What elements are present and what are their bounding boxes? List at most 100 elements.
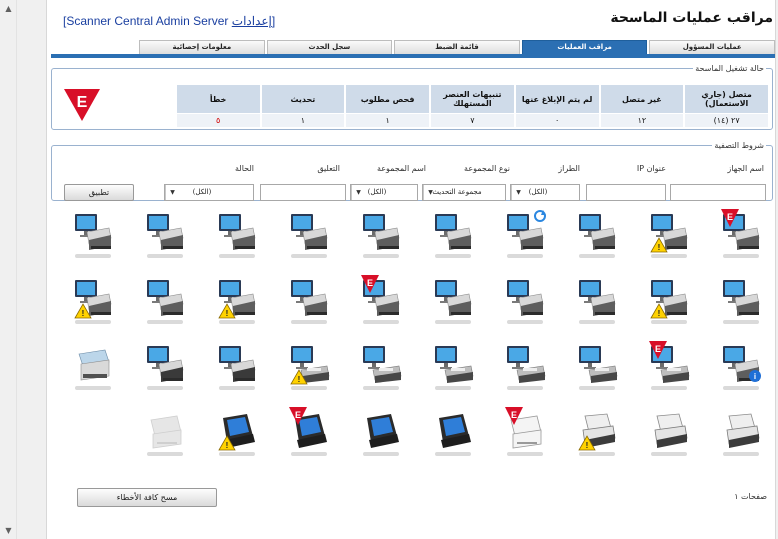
scanner-device-icon[interactable]: [503, 274, 547, 328]
scanner-device-icon[interactable]: [575, 340, 619, 394]
tab-3[interactable]: سجل الحدث: [266, 40, 393, 54]
scanner-device-icon[interactable]: [143, 406, 187, 460]
status-value-0[interactable]: ٢٧ (١٤): [683, 113, 768, 127]
scanner-device-icon[interactable]: E: [719, 208, 763, 262]
scanner-device-icon[interactable]: [71, 340, 115, 394]
tab-2[interactable]: قائمة الضبط: [394, 40, 520, 54]
scanner-device-icon[interactable]: [431, 274, 475, 328]
status-header-5: تحديث: [259, 85, 345, 113]
scanner-device-icon[interactable]: !: [575, 406, 619, 460]
apply-button[interactable]: تطبيق: [64, 184, 134, 201]
comment-input[interactable]: [260, 184, 346, 201]
device-label-placeholder: [363, 320, 399, 324]
ip-label: عنوان IP: [636, 164, 666, 173]
scanner-device-icon[interactable]: [143, 274, 187, 328]
vertical-scrollbar[interactable]: ▲ ▼: [0, 0, 17, 539]
scanner-device-icon[interactable]: [359, 406, 403, 460]
device-label-placeholder: [75, 254, 111, 258]
device-slot-empty: [71, 406, 115, 460]
window: ▲ ▼ مراقب عمليات الماسحة [Scanner Centra…: [0, 0, 778, 539]
chevron-down-icon: ▼: [511, 185, 525, 200]
clear-all-errors-button[interactable]: مسح كافة الأخطاء: [77, 488, 217, 507]
scanner-device-icon[interactable]: !: [647, 274, 691, 328]
ip-input[interactable]: [586, 184, 666, 201]
status-label: الحالة: [235, 164, 254, 173]
device-name-input[interactable]: [670, 184, 766, 201]
status-value-4[interactable]: ١: [344, 113, 429, 127]
device-label-placeholder: [435, 386, 471, 390]
scroll-down-icon[interactable]: ▼: [0, 522, 17, 539]
device-label-placeholder: [723, 452, 759, 456]
scanner-device-icon[interactable]: E: [287, 406, 331, 460]
tab-4[interactable]: معلومات إحصائية: [139, 40, 265, 54]
scanner-device-icon[interactable]: [287, 208, 331, 262]
device-label-placeholder: [507, 254, 543, 258]
scanner-device-icon[interactable]: !: [647, 208, 691, 262]
scanner-device-icon[interactable]: [359, 340, 403, 394]
scanner-device-icon[interactable]: !: [287, 340, 331, 394]
status-value-3[interactable]: ٧: [429, 113, 514, 127]
status-select[interactable]: (الكل) ▼: [164, 184, 254, 201]
model-select[interactable]: (الكل) ▼: [510, 184, 580, 201]
chevron-down-icon: ▼: [165, 185, 179, 200]
scanner-device-icon[interactable]: E: [503, 406, 547, 460]
group-type-label: نوع المجموعة: [464, 164, 510, 173]
scanner-device-icon[interactable]: [647, 406, 691, 460]
device-label-placeholder: [291, 254, 327, 258]
device-label-placeholder: [651, 320, 687, 324]
scanner-device-icon[interactable]: [143, 208, 187, 262]
svg-text:!: !: [82, 309, 85, 318]
scanner-device-icon[interactable]: [287, 274, 331, 328]
status-header-3: تنبيهات العنصر المستهلك: [429, 85, 514, 113]
group-name-select[interactable]: (الكل) ▼: [350, 184, 418, 201]
scroll-up-icon[interactable]: ▲: [0, 0, 17, 17]
svg-text:E: E: [295, 410, 301, 420]
scanner-device-icon[interactable]: [359, 208, 403, 262]
page-header: مراقب عمليات الماسحة [Scanner Central Ad…: [47, 6, 777, 30]
scanner-device-icon[interactable]: [215, 340, 259, 394]
svg-text:!: !: [658, 243, 661, 252]
scanner-device-icon[interactable]: [719, 406, 763, 460]
tab-bar: عمليات المسؤول مراقب العمليات قائمة الضبط س…: [137, 40, 775, 54]
device-label-placeholder: [219, 320, 255, 324]
status-header-4: فحص مطلوب: [344, 85, 429, 113]
tab-1[interactable]: مراقب العمليات: [521, 40, 648, 54]
scanner-device-icon[interactable]: [575, 208, 619, 262]
device-label-placeholder: [651, 254, 687, 258]
device-label-placeholder: [579, 320, 615, 324]
status-value-5[interactable]: ١: [259, 113, 345, 127]
scanner-device-icon[interactable]: [503, 208, 547, 262]
scanner-device-icon[interactable]: [431, 208, 475, 262]
settings-link[interactable]: إعدادات: [232, 14, 272, 28]
scanner-device-icon[interactable]: [719, 274, 763, 328]
scanner-device-icon[interactable]: [215, 208, 259, 262]
scanner-device-icon[interactable]: [71, 208, 115, 262]
tab-0[interactable]: عمليات المسؤول: [649, 40, 775, 54]
status-value-6[interactable]: ٥: [174, 113, 260, 127]
device-label-placeholder: [435, 254, 471, 258]
scanner-device-icon[interactable]: i: [719, 340, 763, 394]
group-name-label: اسم المجموعة: [376, 164, 426, 173]
tab-underline: [51, 54, 775, 58]
device-name-label: اسم الجهاز: [727, 164, 764, 173]
svg-text:!: !: [658, 309, 661, 318]
scanner-device-icon[interactable]: [431, 406, 475, 460]
status-value-2[interactable]: ٠: [513, 113, 599, 127]
device-label-placeholder: [579, 254, 615, 258]
scanner-device-icon[interactable]: [143, 340, 187, 394]
scanner-device-icon[interactable]: !: [71, 274, 115, 328]
scanner-device-icon[interactable]: !: [215, 274, 259, 328]
device-label-placeholder: [147, 452, 183, 456]
scanner-device-icon[interactable]: E: [359, 274, 403, 328]
scanner-device-icon[interactable]: [503, 340, 547, 394]
scanner-device-icon[interactable]: [575, 274, 619, 328]
group-type-select[interactable]: مجموعة التحديث ▼: [422, 184, 506, 201]
scanner-device-icon[interactable]: [431, 340, 475, 394]
filter-legend: شروط التصفية: [714, 141, 764, 150]
device-label-placeholder: [147, 254, 183, 258]
scanner-device-icon[interactable]: E: [647, 340, 691, 394]
status-header-2: لم يتم الإبلاغ عنها: [513, 85, 599, 113]
scanner-device-icon[interactable]: !: [215, 406, 259, 460]
status-value-1[interactable]: ١٢: [598, 113, 684, 127]
svg-text:E: E: [727, 212, 733, 222]
